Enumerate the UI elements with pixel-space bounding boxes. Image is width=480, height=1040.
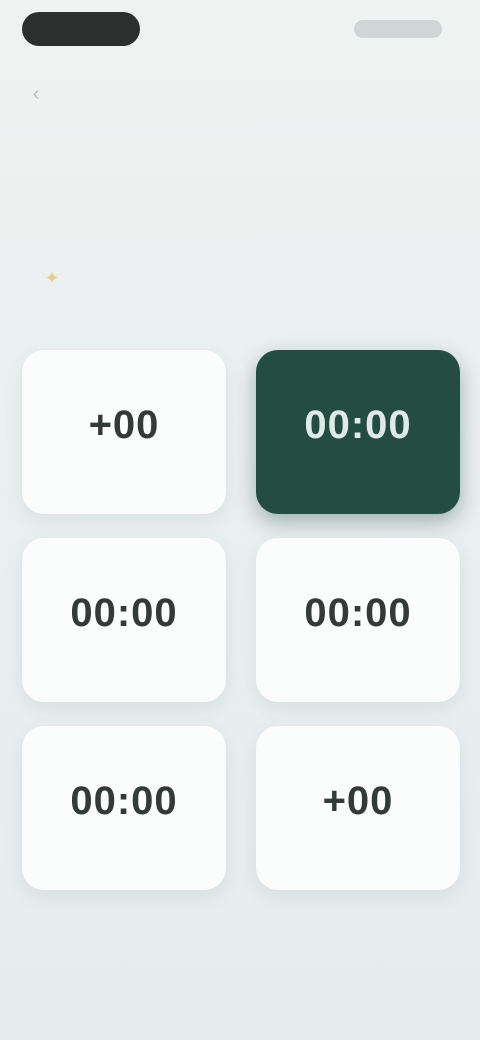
lightbulb-icon: ✦ xyxy=(44,267,60,288)
time-slot-card[interactable]: +00 xyxy=(256,726,460,890)
time-slot-value: 00:00 xyxy=(70,778,178,823)
time-slot-value: 00:00 xyxy=(304,402,412,447)
time-slot-value: +00 xyxy=(322,778,394,823)
time-slot-card[interactable]: 00:00 xyxy=(22,538,226,702)
time-slot-value: 00:00 xyxy=(70,590,178,635)
breadcrumb xyxy=(110,84,280,106)
time-slot-card[interactable]: 00:00 xyxy=(22,726,226,890)
hint: ✦ xyxy=(40,254,442,300)
time-slot-card-selected[interactable]: 00:00 xyxy=(256,350,460,514)
time-slot-card[interactable]: +00 xyxy=(22,350,226,514)
time-slot-value: 00:00 xyxy=(304,590,412,635)
status-icons xyxy=(354,20,442,38)
time-slot-value: +00 xyxy=(88,402,160,447)
chevron-left-icon[interactable]: ‹ xyxy=(24,82,48,106)
status-time xyxy=(22,12,140,46)
time-slot-card[interactable]: 00:00 xyxy=(256,538,460,702)
time-slot-grid: +00 00:00 00:00 00:00 00:00 +00 xyxy=(22,350,460,890)
status-bar xyxy=(0,0,480,60)
